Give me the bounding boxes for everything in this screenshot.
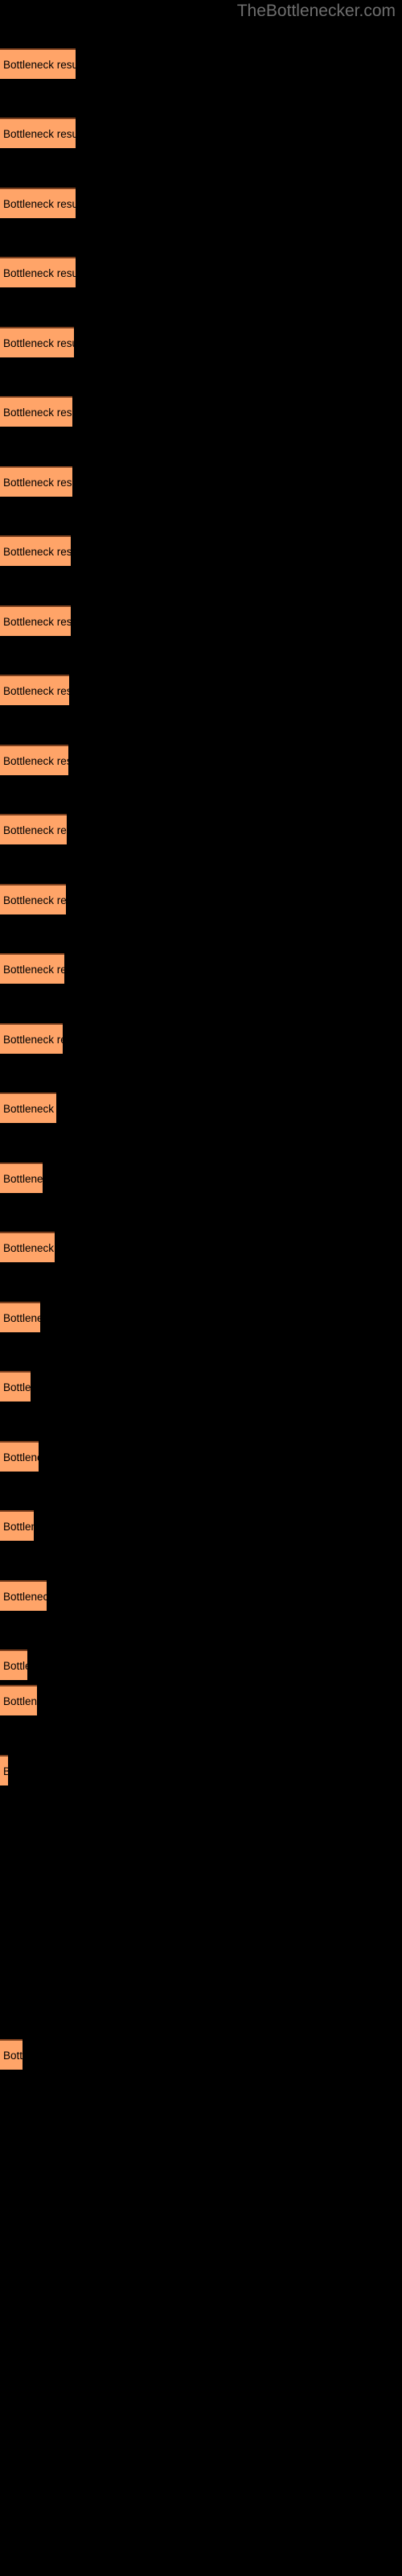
bar[interactable]: Bottleneck result: [0, 1302, 40, 1332]
bar-label: Bottleneck result: [3, 337, 74, 349]
bar-label: Bottleneck result: [3, 128, 76, 140]
bar[interactable]: Bottleneck result: [0, 396, 72, 427]
bar-fill: Bottleneck result: [0, 675, 69, 705]
bar-label: Bottleneck result: [3, 267, 76, 279]
bar-label: Bottleneck result: [3, 477, 72, 489]
bar[interactable]: Bottleneck result: [0, 675, 69, 705]
bar-label: Bottleneck result: [3, 1695, 37, 1707]
bar-fill: Bottleneck result: [0, 1755, 8, 1785]
bar-fill: Bottleneck result: [0, 535, 71, 566]
bar-fill: Bottleneck result: [0, 1092, 56, 1123]
bar[interactable]: Bottleneck result: [0, 535, 71, 566]
bar-fill: Bottleneck result: [0, 188, 76, 218]
bar-label: Bottleneck result: [3, 198, 76, 210]
bar[interactable]: Bottleneck result: [0, 1580, 47, 1611]
bar[interactable]: Bottleneck result: [0, 1023, 63, 1054]
bar[interactable]: Bottleneck result: [0, 2039, 23, 2070]
bar[interactable]: Bottleneck result: [0, 48, 76, 79]
bar-fill: Bottleneck result: [0, 884, 66, 914]
bar[interactable]: Bottleneck result: [0, 118, 76, 148]
bar-label: Bottleneck result: [3, 1451, 39, 1463]
bar-label: Bottleneck result: [3, 1521, 34, 1533]
bar-label: Bottleneck result: [3, 824, 67, 836]
bar-label: Bottleneck result: [3, 1103, 56, 1115]
bar-label: Bottleneck result: [3, 1591, 47, 1603]
bar-label: Bottleneck result: [3, 59, 76, 71]
bar[interactable]: Bottleneck result: [0, 1685, 37, 1715]
bar-fill: Bottleneck result: [0, 1580, 47, 1611]
bar-label: Bottleneck result: [3, 1173, 43, 1185]
bar-label: Bottleneck result: [3, 755, 68, 767]
bar-fill: Bottleneck result: [0, 1023, 63, 1054]
bar-label: Bottleneck result: [3, 407, 72, 419]
bar-fill: Bottleneck result: [0, 257, 76, 287]
bar-label: Bottleneck result: [3, 546, 71, 558]
bar[interactable]: Bottleneck result: [0, 1092, 56, 1123]
bar[interactable]: Bottleneck result: [0, 953, 64, 984]
bar-fill: Bottleneck result: [0, 745, 68, 775]
bar-label: Bottleneck result: [3, 1660, 27, 1672]
bar-fill: Bottleneck result: [0, 1441, 39, 1472]
bar-fill: Bottleneck result: [0, 1685, 37, 1715]
bar[interactable]: Bottleneck result: [0, 257, 76, 287]
bar-label: Bottleneck result: [3, 964, 64, 976]
bar[interactable]: Bottleneck result: [0, 1755, 8, 1785]
bar-fill: Bottleneck result: [0, 48, 76, 79]
bar[interactable]: Bottleneck result: [0, 745, 68, 775]
bar[interactable]: Bottleneck result: [0, 327, 74, 357]
bar-label: Bottleneck result: [3, 1765, 8, 1777]
bar[interactable]: Bottleneck result: [0, 466, 72, 497]
bar[interactable]: Bottleneck result: [0, 1232, 55, 1262]
bar-fill: Bottleneck result: [0, 1649, 27, 1680]
bar-label: Bottleneck result: [3, 1312, 40, 1324]
bar-label: Bottleneck result: [3, 1381, 31, 1393]
bar[interactable]: Bottleneck result: [0, 1162, 43, 1193]
bar-fill: Bottleneck result: [0, 1371, 31, 1402]
bar[interactable]: Bottleneck result: [0, 884, 66, 914]
bar-fill: Bottleneck result: [0, 1232, 55, 1262]
bar-fill: Bottleneck result: [0, 814, 67, 844]
bar-fill: Bottleneck result: [0, 1302, 40, 1332]
bar-fill: Bottleneck result: [0, 396, 72, 427]
bar[interactable]: Bottleneck result: [0, 1510, 34, 1541]
bar[interactable]: Bottleneck result: [0, 605, 71, 636]
bar-chart: Bottleneck result Bottleneck result Bottle…: [0, 0, 402, 2576]
bar[interactable]: Bottleneck result: [0, 1371, 31, 1402]
bar-fill: Bottleneck result: [0, 1510, 34, 1541]
bar[interactable]: Bottleneck result: [0, 1649, 27, 1680]
bottleneck-chart-page: TheBottlenecker.com Bottleneck result Bot…: [0, 0, 402, 2576]
bar-label: Bottleneck result: [3, 616, 71, 628]
bar[interactable]: Bottleneck result: [0, 188, 76, 218]
bar-fill: Bottleneck result: [0, 953, 64, 984]
bar-label: Bottleneck result: [3, 2050, 23, 2062]
bar-label: Bottleneck result: [3, 685, 69, 697]
bar-fill: Bottleneck result: [0, 1162, 43, 1193]
bar-fill: Bottleneck result: [0, 466, 72, 497]
bar-fill: Bottleneck result: [0, 327, 74, 357]
bar[interactable]: Bottleneck result: [0, 1441, 39, 1472]
bar-fill: Bottleneck result: [0, 2039, 23, 2070]
bar-label: Bottleneck result: [3, 894, 66, 906]
bar[interactable]: Bottleneck result: [0, 814, 67, 844]
bar-label: Bottleneck result: [3, 1242, 55, 1254]
bar-fill: Bottleneck result: [0, 605, 71, 636]
bar-label: Bottleneck result: [3, 1034, 63, 1046]
bar-fill: Bottleneck result: [0, 118, 76, 148]
